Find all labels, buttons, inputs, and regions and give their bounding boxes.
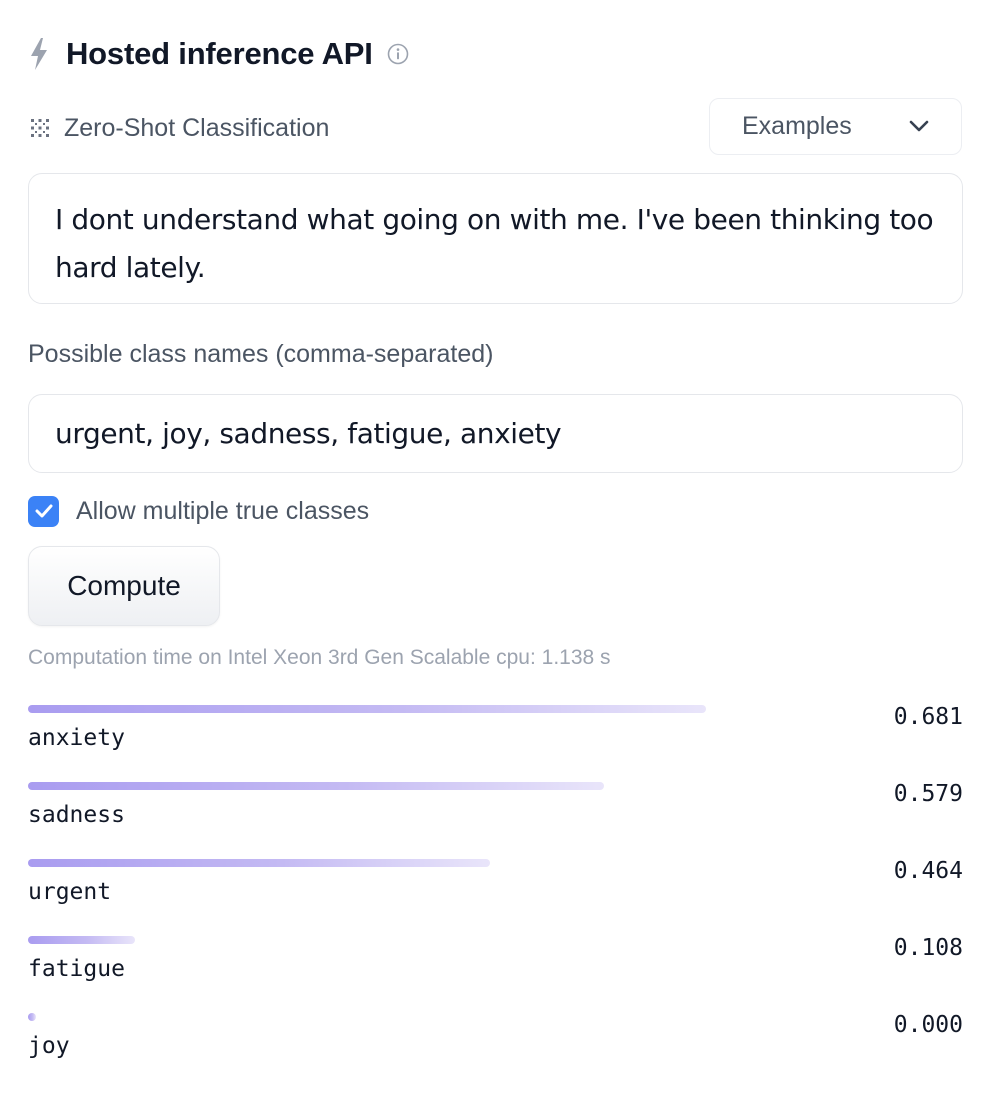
result-bar [28,782,604,790]
result-score: 0.681 [893,704,963,730]
chevron-down-icon [909,119,929,133]
result-row: fatigue 0.108 [28,931,963,991]
computation-time: Computation time on Intel Xeon 3rd Gen S… [28,646,611,669]
multi-label-label: Allow multiple true classes [76,496,370,525]
result-bar [28,705,706,713]
class-names-input[interactable]: urgent, joy, sadness, fatigue, anxiety [28,394,963,473]
result-bar [28,936,135,944]
result-label: fatigue [28,956,125,982]
input-text-value: I dont understand what going on with me.… [55,203,934,284]
result-label: sadness [28,802,125,828]
result-label: joy [28,1033,70,1059]
result-row: urgent 0.464 [28,854,963,914]
result-row: sadness 0.579 [28,777,963,837]
result-row: anxiety 0.681 [28,700,963,760]
result-score: 0.000 [893,1012,963,1038]
lightning-icon [28,37,50,71]
info-icon[interactable] [387,43,409,65]
result-row: joy 0.000 [28,1008,963,1068]
task-type: Zero-Shot Classification [28,104,329,152]
result-score: 0.464 [893,858,963,884]
result-bar [28,859,490,867]
result-bar [28,1013,36,1021]
class-names-value: urgent, joy, sadness, fatigue, anxiety [55,417,562,450]
result-score: 0.579 [893,781,963,807]
input-textarea[interactable]: I dont understand what going on with me.… [28,173,963,304]
result-label: anxiety [28,725,125,751]
multi-label-checkbox[interactable] [28,495,59,527]
grid-dots-icon [28,116,52,140]
result-label: urgent [28,879,112,905]
compute-button[interactable]: Compute [28,546,220,626]
examples-label: Examples [742,112,852,140]
widget-title: Hosted inference API [66,36,373,71]
checkmark-icon [35,504,52,518]
examples-dropdown[interactable]: Examples [709,98,962,155]
result-score: 0.108 [893,935,963,961]
class-names-label: Possible class names (comma-separated) [28,340,494,368]
resize-handle-icon[interactable] [942,283,958,299]
multi-label-option[interactable]: Allow multiple true classes [28,494,369,528]
task-label: Zero-Shot Classification [64,113,330,142]
widget-header: Hosted inference API [28,30,409,78]
